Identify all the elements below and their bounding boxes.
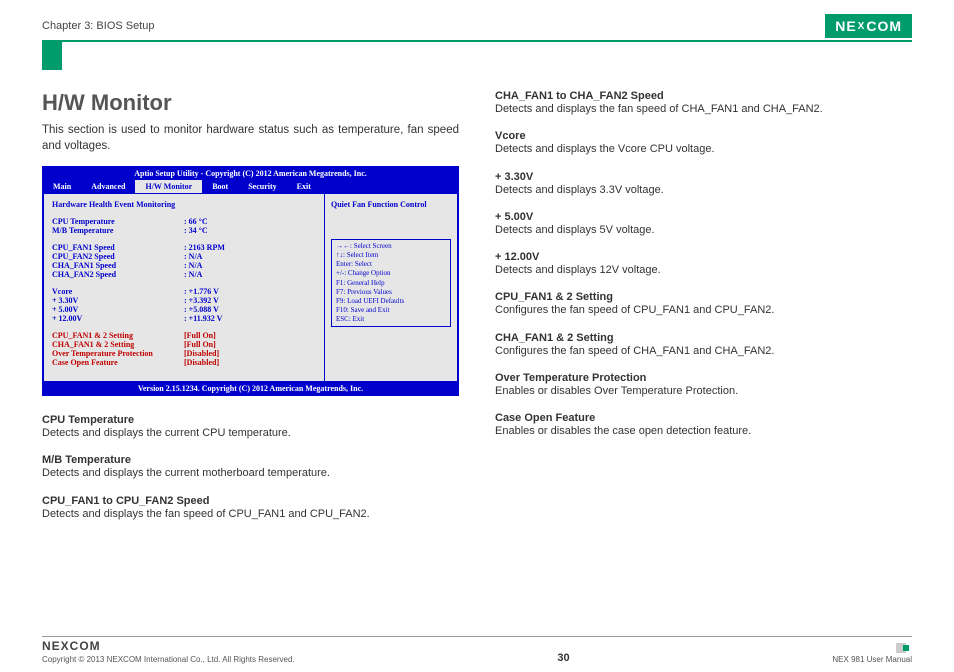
bios-option: CPU_FAN1 & 2 Setting[Full On]: [52, 331, 316, 340]
desc-item: CPU TemperatureDetects and displays the …: [42, 414, 459, 440]
desc-item: Case Open FeatureEnables or disables the…: [495, 412, 912, 438]
page-number: 30: [557, 652, 569, 664]
header-rule: [42, 40, 912, 42]
bios-tab-security[interactable]: Security: [238, 180, 286, 193]
footer-manual: NEX 981 User Manual: [832, 655, 912, 664]
bios-option: Over Temperature Protection[Disabled]: [52, 349, 316, 358]
bios-tab-boot[interactable]: Boot: [202, 180, 238, 193]
brand-logo: NEXCOM: [825, 14, 912, 38]
bios-body: Hardware Health Event Monitoring CPU Tem…: [43, 193, 458, 382]
footer-brand: NEXCOM: [42, 639, 295, 653]
desc-item: VcoreDetects and displays the Vcore CPU …: [495, 130, 912, 156]
footer-square-icon: [903, 645, 909, 651]
left-column: H/W Monitor This section is used to moni…: [42, 90, 459, 535]
bios-window: Aptio Setup Utility - Copyright (C) 2012…: [42, 166, 459, 396]
desc-item: CHA_FAN1 to CHA_FAN2 SpeedDetects and di…: [495, 90, 912, 116]
bios-row: + 3.30V: +3.392 V: [52, 296, 316, 305]
left-descriptions: CPU TemperatureDetects and displays the …: [42, 414, 459, 521]
chapter-label: Chapter 3: BIOS Setup: [42, 20, 155, 32]
desc-item: M/B TemperatureDetects and displays the …: [42, 454, 459, 480]
right-descriptions: CHA_FAN1 to CHA_FAN2 SpeedDetects and di…: [495, 90, 912, 439]
bios-row: CPU Temperature: 66 °C: [52, 217, 316, 226]
bios-heading: Hardware Health Event Monitoring: [52, 200, 316, 209]
page-footer: NEXCOM Copyright © 2013 NEXCOM Internati…: [42, 636, 912, 664]
bios-option: CHA_FAN1 & 2 Setting[Full On]: [52, 340, 316, 349]
desc-item: + 12.00VDetects and displays 12V voltage…: [495, 251, 912, 277]
footer-copyright: Copyright © 2013 NEXCOM International Co…: [42, 655, 295, 664]
footer-right: NEX 981 User Manual: [832, 643, 912, 664]
bios-row: M/B Temperature: 34 °C: [52, 226, 316, 235]
bios-tab-advanced[interactable]: Advanced: [81, 180, 135, 193]
bios-main-panel: Hardware Health Event Monitoring CPU Tem…: [44, 194, 325, 381]
side-accent: [42, 40, 62, 70]
bios-tabs: Main Advanced H/W Monitor Boot Security …: [43, 180, 458, 193]
bios-title: Aptio Setup Utility - Copyright (C) 2012…: [43, 167, 458, 180]
desc-item: CPU_FAN1 to CPU_FAN2 SpeedDetects and di…: [42, 495, 459, 521]
main-content: H/W Monitor This section is used to moni…: [42, 90, 912, 535]
desc-item: CHA_FAN1 & 2 SettingConfigures the fan s…: [495, 332, 912, 358]
footer-left: NEXCOM Copyright © 2013 NEXCOM Internati…: [42, 639, 295, 664]
bios-side-panel: Quiet Fan Function Control →←: Select Sc…: [325, 194, 457, 381]
desc-item: Over Temperature ProtectionEnables or di…: [495, 372, 912, 398]
intro-text: This section is used to monitor hardware…: [42, 122, 459, 154]
bios-option: Case Open Feature[Disabled]: [52, 358, 316, 367]
bios-row: CHA_FAN2 Speed: N/A: [52, 270, 316, 279]
bios-row: CHA_FAN1 Speed: N/A: [52, 261, 316, 270]
bios-tab-main[interactable]: Main: [43, 180, 81, 193]
bios-tab-hwmonitor[interactable]: H/W Monitor: [135, 180, 202, 193]
desc-item: + 5.00VDetects and displays 5V voltage.: [495, 211, 912, 237]
page-title: H/W Monitor: [42, 90, 459, 116]
bios-row: CPU_FAN2 Speed: N/A: [52, 252, 316, 261]
bios-row: + 5.00V: +5.088 V: [52, 305, 316, 314]
bios-hints: →←: Select Screen ↑↓: Select Item Enter:…: [331, 239, 451, 327]
bios-row: + 12.00V: +11.932 V: [52, 314, 316, 323]
header-bar: Chapter 3: BIOS Setup NEXCOM: [42, 14, 912, 38]
right-column: CHA_FAN1 to CHA_FAN2 SpeedDetects and di…: [495, 90, 912, 535]
desc-item: + 3.30VDetects and displays 3.3V voltage…: [495, 171, 912, 197]
bios-row: Vcore: +1.776 V: [52, 287, 316, 296]
desc-item: CPU_FAN1 & 2 SettingConfigures the fan s…: [495, 291, 912, 317]
bios-tab-exit[interactable]: Exit: [287, 180, 321, 193]
bios-footer: Version 2.15.1234. Copyright (C) 2012 Am…: [43, 382, 458, 395]
bios-side-note: Quiet Fan Function Control: [331, 200, 451, 209]
bios-row: CPU_FAN1 Speed: 2163 RPM: [52, 243, 316, 252]
